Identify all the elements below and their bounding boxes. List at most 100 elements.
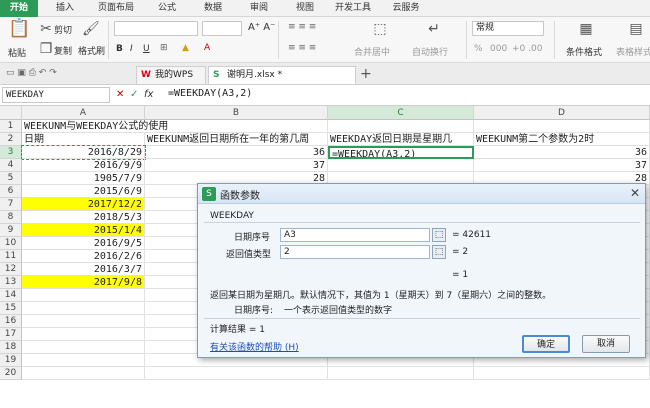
formula-input[interactable]: =WEEKDAY(A3,2)	[168, 88, 252, 99]
cell-a4[interactable]: 2016/9/9	[22, 159, 145, 172]
brush-icon[interactable]: 🖌	[82, 21, 100, 37]
column-header-d[interactable]: D	[474, 106, 650, 120]
font-name-select[interactable]	[114, 21, 198, 36]
cell-d1[interactable]	[474, 120, 650, 133]
font-color-icon[interactable]: A	[204, 43, 210, 53]
align-left-icon[interactable]: ≡ ≡ ≡	[288, 43, 316, 53]
cell-a6[interactable]: 2015/6/9	[22, 185, 145, 198]
tab-insert[interactable]: 插入	[48, 0, 82, 17]
cell-b3[interactable]: 36	[145, 146, 328, 159]
format-painter-button[interactable]: 格式刷	[78, 44, 105, 57]
fx-icon[interactable]: fx	[144, 89, 153, 100]
doc-tab-my-wps[interactable]: W 我的WPS	[136, 66, 206, 84]
cell-a2[interactable]: 日期	[22, 133, 145, 146]
row-header[interactable]: 3	[0, 146, 22, 159]
row-header[interactable]: 11	[0, 250, 22, 263]
cell-c4[interactable]	[328, 159, 474, 172]
cell-c20[interactable]	[328, 367, 474, 380]
row-header[interactable]: 12	[0, 263, 22, 276]
cell-b20[interactable]	[145, 367, 328, 380]
row-header[interactable]: 5	[0, 172, 22, 185]
row-header[interactable]: 19	[0, 354, 22, 367]
cell-a20[interactable]	[22, 367, 145, 380]
cell-a8[interactable]: 2018/5/3	[22, 211, 145, 224]
close-icon[interactable]: ✕	[630, 186, 640, 200]
new-tab-icon[interactable]: +	[360, 66, 372, 82]
arg1-input[interactable]: A3	[280, 228, 430, 242]
doc-tab-workbook[interactable]: S 谢明月.xlsx *	[208, 66, 356, 84]
range-picker-icon[interactable]: ⬚	[432, 228, 446, 242]
ok-button[interactable]: 确定	[522, 335, 570, 353]
cell-a13[interactable]: 2017/9/8	[22, 276, 145, 289]
cell-a15[interactable]	[22, 302, 145, 315]
paste-button[interactable]: 粘贴	[8, 46, 26, 59]
tab-formulas[interactable]: 公式	[150, 0, 184, 17]
number-format-select[interactable]: 常规	[472, 21, 544, 36]
cell-d3[interactable]: 36	[474, 146, 650, 159]
align-top-icon[interactable]: ≡ ≡ ≡	[288, 22, 316, 32]
conditional-format-button[interactable]: 条件格式	[566, 45, 602, 58]
row-header[interactable]: 20	[0, 367, 22, 380]
conditional-format-icon[interactable]: ▦	[578, 21, 594, 37]
tab-review[interactable]: 审阅	[242, 0, 276, 17]
copy-button[interactable]: 复制	[54, 44, 72, 57]
font-grow-icon[interactable]: A⁺ A⁻	[248, 22, 275, 33]
cell-a11[interactable]: 2016/2/6	[22, 250, 145, 263]
merge-center-button[interactable]: 合并居中	[354, 45, 390, 58]
cell-c1[interactable]	[328, 120, 474, 133]
tab-view[interactable]: 视图	[288, 0, 322, 17]
row-header[interactable]: 8	[0, 211, 22, 224]
cell-d2[interactable]: WEEKUNM第二个参数为2时	[474, 133, 650, 146]
help-link[interactable]: 有关该函数的帮助 (H)	[210, 340, 299, 353]
cut-button[interactable]: 剪切	[54, 23, 72, 36]
cell-a16[interactable]	[22, 315, 145, 328]
cell-a18[interactable]	[22, 341, 145, 354]
cell-a12[interactable]: 2016/3/7	[22, 263, 145, 276]
auto-wrap-button[interactable]: 自动换行	[412, 45, 448, 58]
row-header[interactable]: 2	[0, 133, 22, 146]
cell-b1[interactable]	[145, 120, 328, 133]
cell-a17[interactable]	[22, 328, 145, 341]
cell-c3[interactable]: =WEEKDAY(A3,2)	[328, 146, 474, 159]
row-header[interactable]: 7	[0, 198, 22, 211]
paste-icon[interactable]: 📋	[8, 20, 30, 41]
cell-a14[interactable]	[22, 289, 145, 302]
border-icon[interactable]: ⊞	[160, 43, 168, 53]
thousands-button[interactable]: 000	[490, 44, 507, 54]
row-header[interactable]: 17	[0, 328, 22, 341]
row-header[interactable]: 15	[0, 302, 22, 315]
cell-b4[interactable]: 37	[145, 159, 328, 172]
decimal-icon[interactable]: +0 .00	[512, 44, 542, 54]
row-header[interactable]: 9	[0, 224, 22, 237]
italic-icon[interactable]: I	[130, 44, 133, 54]
dialog-title-bar[interactable]: S 函数参数 ✕	[198, 184, 645, 204]
tab-page-layout[interactable]: 页面布局	[88, 0, 144, 17]
underline-icon[interactable]: U	[143, 44, 150, 54]
row-header[interactable]: 18	[0, 341, 22, 354]
range-picker-icon[interactable]: ⬚	[432, 245, 446, 259]
cell-a3[interactable]: 2016/8/29	[21, 145, 146, 160]
wrap-icon[interactable]: ↵	[426, 21, 442, 37]
arg2-input[interactable]: 2	[280, 245, 430, 259]
merge-icon[interactable]: ⬚	[372, 21, 388, 37]
bold-icon[interactable]: B	[116, 44, 123, 54]
row-header[interactable]: 13	[0, 276, 22, 289]
cell-a10[interactable]: 2016/9/5	[22, 237, 145, 250]
cell-a19[interactable]	[22, 354, 145, 367]
row-header[interactable]: 10	[0, 237, 22, 250]
row-header[interactable]: 4	[0, 159, 22, 172]
table-style-button[interactable]: 表格样式	[616, 45, 650, 58]
tab-data[interactable]: 数据	[196, 0, 230, 17]
cell-b2[interactable]: WEEKUNM返回日期所在一年的第几周	[145, 133, 328, 146]
scissors-icon[interactable]: ✂	[38, 21, 54, 37]
cell-a9[interactable]: 2015/1/4	[22, 224, 145, 237]
font-size-select[interactable]	[202, 21, 242, 36]
percent-button[interactable]: %	[474, 44, 483, 54]
table-style-icon[interactable]: ▤	[628, 21, 644, 37]
cancel-button[interactable]: 取消	[582, 335, 630, 353]
name-box[interactable]: WEEKDAY	[2, 87, 110, 103]
copy-icon[interactable]: ❐	[38, 41, 54, 57]
tab-home[interactable]: 开始	[0, 0, 38, 17]
column-header-b[interactable]: B	[145, 106, 328, 120]
row-header[interactable]: 6	[0, 185, 22, 198]
